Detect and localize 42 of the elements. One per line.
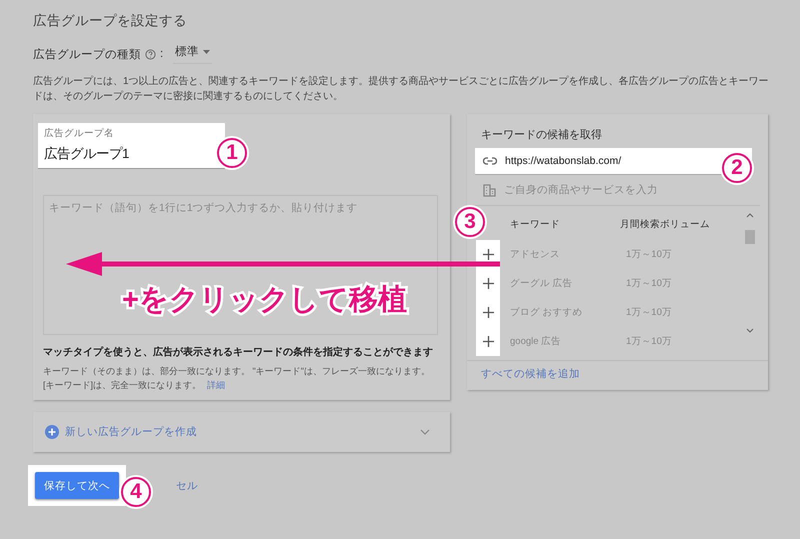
plus-icon xyxy=(482,278,494,289)
step-marker: 3 xyxy=(455,207,485,237)
step-marker: 1 xyxy=(217,138,247,168)
caret-icon xyxy=(203,50,210,54)
plus-icon xyxy=(482,336,494,347)
volume-cell: 1万～10万 xyxy=(626,248,672,261)
match-type-note: キーワード（そのまま）は、部分一致になります。 "キーワード"は、フレーズ一致になります。[キーワード]は、完全一致になります。 詳細 xyxy=(43,364,431,392)
scroll-down-icon[interactable] xyxy=(746,328,754,333)
step-marker: 2 xyxy=(722,153,752,183)
plus-icon xyxy=(482,307,494,318)
volume-cell: 1万～10万 xyxy=(626,306,672,319)
scrollbar-thumb[interactable] xyxy=(745,230,755,244)
save-next-button[interactable]: 保存して次へ xyxy=(35,472,119,499)
building-icon xyxy=(483,184,496,196)
description-text: 広告グループには、1つ以上の広告と、関連するキーワードを設定します。提供する商品やサービスごとに広告グループを作成し、各広告グループの広告とキーワードは、そのグループのテーマに密接に関連するものにしてください。 xyxy=(33,74,770,104)
keyword-cell-text: ブログ おすすめ xyxy=(510,306,584,319)
add-keyword-button[interactable] xyxy=(476,327,500,356)
step-marker: 4 xyxy=(121,477,151,507)
volume-cell: 1万～10万 xyxy=(626,277,672,290)
arrow-label: +をクリックして移植 xyxy=(122,283,407,318)
column-header: キーワード xyxy=(510,218,561,230)
chevron-down-icon[interactable] xyxy=(420,429,430,435)
add-circle-icon[interactable] xyxy=(45,425,59,439)
type-dropdown[interactable]: 標準 xyxy=(173,44,212,64)
volume-cell: 1万～10万 xyxy=(626,335,672,348)
keyword-cell-text: グーグル 広告 xyxy=(510,277,574,290)
product-field[interactable]: ご自身の商品やサービスを入力 xyxy=(475,175,760,206)
keyword-cell-text: アドセンス xyxy=(510,248,561,261)
separator: : xyxy=(160,48,164,60)
plus-icon xyxy=(482,249,494,260)
add-keyword-button[interactable] xyxy=(476,269,500,298)
field-label: 広告グループ名 xyxy=(44,127,115,140)
column-header: 月間検索ボリューム xyxy=(620,218,710,230)
link-icon xyxy=(483,157,497,165)
field-label: 広告グループの種類 xyxy=(33,47,141,62)
keyword-cell-text: google 広告 xyxy=(510,335,562,348)
ad-group-name-field[interactable]: 広告グループ名 広告グループ1 xyxy=(38,123,225,168)
match-type-heading: マッチタイプを使うと、広告が表示されるキーワードの条件を指定することができます xyxy=(43,345,434,358)
scroll-up-icon[interactable] xyxy=(746,213,754,218)
suggestions-title: キーワードの候補を取得 xyxy=(481,128,603,142)
page-title: 広告グループを設定する xyxy=(33,12,187,30)
help-icon[interactable] xyxy=(145,48,156,60)
